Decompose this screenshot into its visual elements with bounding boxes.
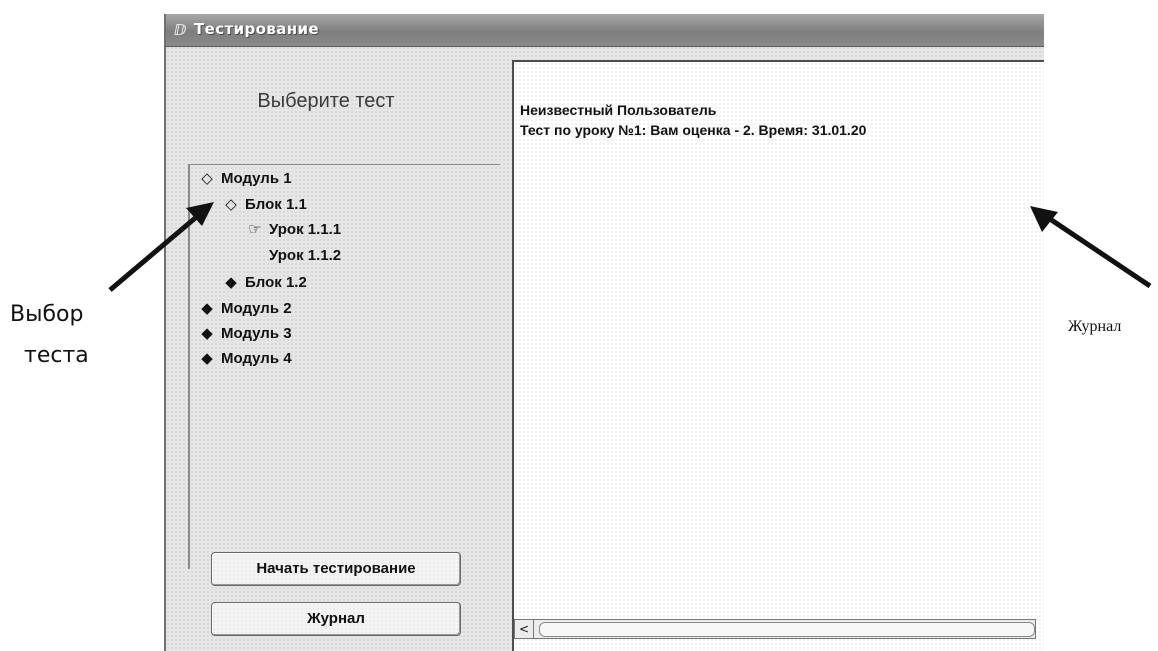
arrow-to-tree-icon (108, 202, 214, 292)
arrow-to-log-icon (1030, 206, 1152, 289)
annotation-test-choice-line1: Выбор (10, 302, 84, 327)
annotation-test-choice-line2: теста (24, 343, 89, 368)
annotation-journal-label: Журнал (1068, 318, 1122, 335)
annotation-arrows (108, 202, 1152, 292)
